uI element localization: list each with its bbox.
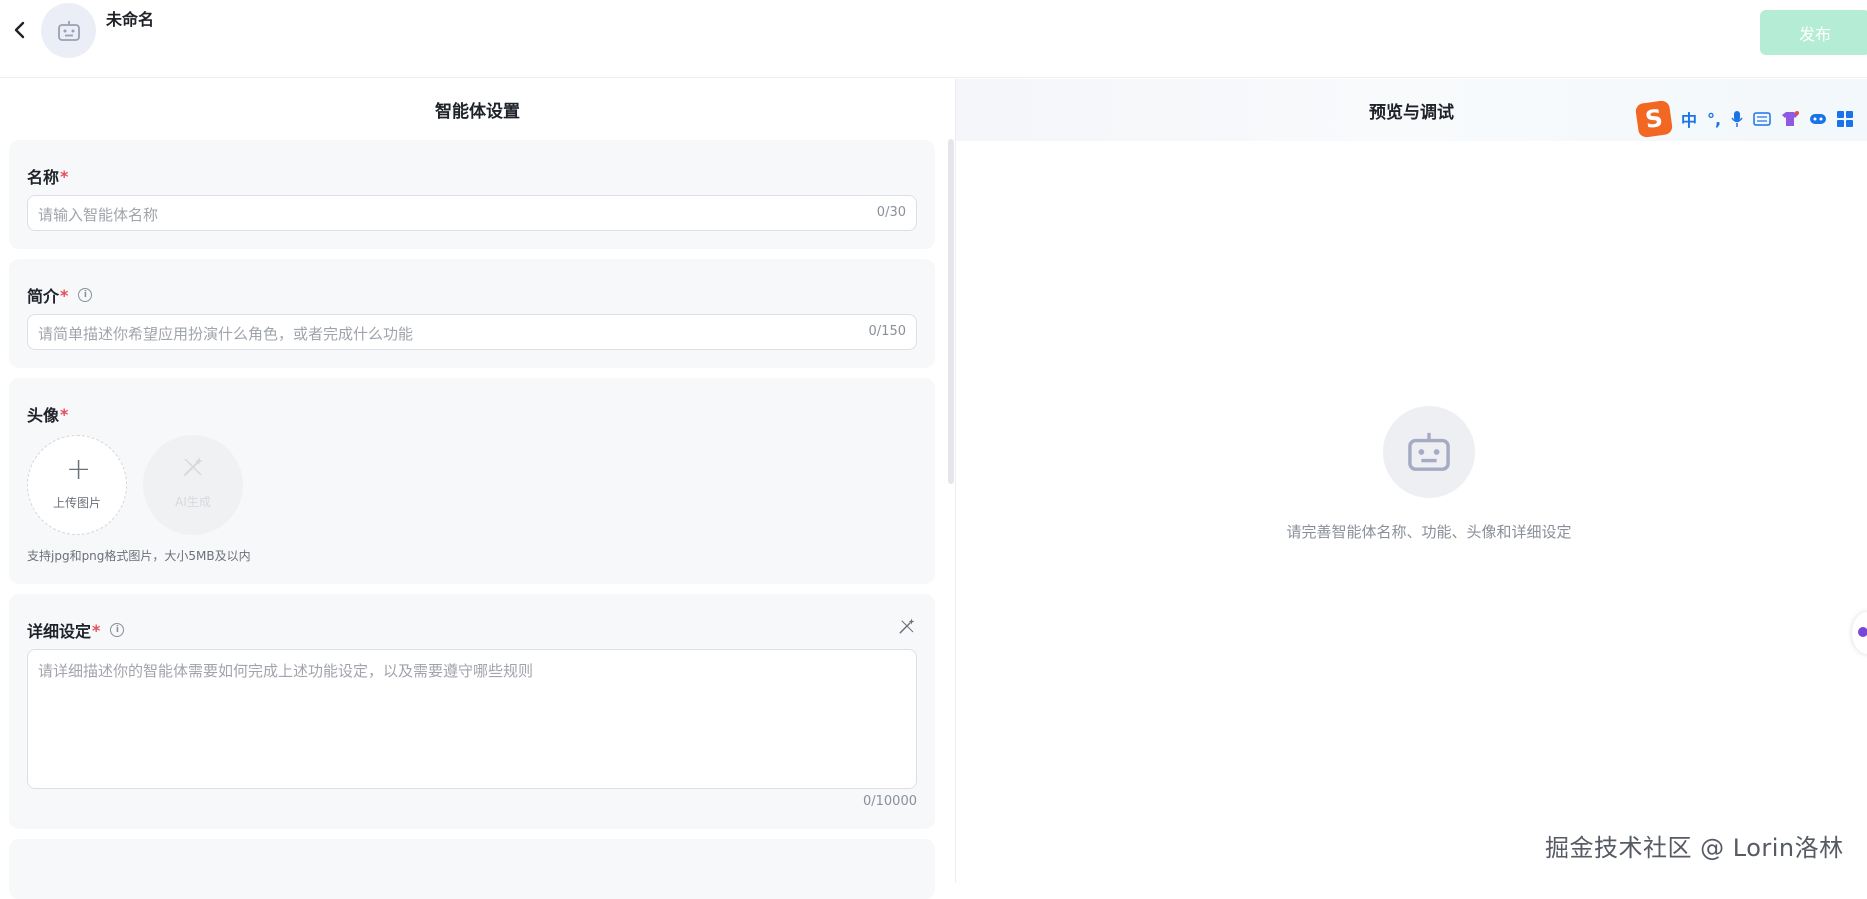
intro-counter: 0/150 xyxy=(868,324,906,339)
empty-state-text: 请完善智能体名称、功能、头像和详细设定 xyxy=(1286,523,1572,541)
name-placeholder: 请输入智能体名称 xyxy=(38,206,159,224)
watermark: 掘金技术社区 @ Lorin洛林 xyxy=(1545,834,1844,862)
upload-image-label: 上传图片 xyxy=(52,496,101,510)
back-button[interactable] xyxy=(8,18,32,42)
grid-menu-icon[interactable] xyxy=(1837,111,1854,127)
keyboard-icon[interactable] xyxy=(1753,112,1771,126)
info-icon[interactable]: i xyxy=(78,288,93,302)
detail-card: 详细设定 * i 请详细描述你的智能体需要如何完成上述功能设定，以及需要遵守哪些规… xyxy=(9,594,935,829)
top-header: 未命名 发布 xyxy=(0,0,1867,78)
robot-icon xyxy=(1408,432,1450,471)
detail-counter: 0/10000 xyxy=(862,794,917,809)
agent-settings-panel: 智能体设置 名称 * 请输入智能体名称 0/30 简介 * i 请简单描述你希望应用… xyxy=(0,79,955,899)
intro-card: 简介 * i 请简单描述你希望应用扮演什么角色，或者完成什么功能 0/150 xyxy=(9,259,935,368)
ime-lang-toggle[interactable]: 中 xyxy=(1681,107,1697,131)
name-input[interactable]: 请输入智能体名称 0/30 xyxy=(27,195,917,231)
microphone-icon[interactable] xyxy=(1731,111,1743,127)
skin-shirt-icon[interactable] xyxy=(1781,111,1800,127)
plus-icon: + xyxy=(66,452,92,487)
preview-panel: 预览与调试 请完善智能体名称、功能、头像和详细设定 xyxy=(956,79,1867,883)
ai-optimize-icon[interactable] xyxy=(898,617,916,635)
detail-label: 详细设定 * i xyxy=(27,618,125,642)
upload-image-button[interactable]: + 上传图片 xyxy=(27,435,127,535)
robot-icon xyxy=(57,20,80,41)
sogou-logo-icon[interactable]: S xyxy=(1634,99,1674,139)
next-card xyxy=(9,839,935,899)
avatar-card: 头像 * + 上传图片 AI生成 支持jpg和png格式图片，大小5MB及以内 xyxy=(9,378,935,584)
magic-wand-icon xyxy=(184,457,203,476)
avatar-hint: 支持jpg和png格式图片，大小5MB及以内 xyxy=(27,549,251,563)
name-counter: 0/30 xyxy=(876,205,906,220)
required-mark: * xyxy=(92,620,101,640)
required-mark: * xyxy=(60,285,69,305)
detail-textarea[interactable]: 请详细描述你的智能体需要如何完成上述功能设定，以及需要遵守哪些规则 xyxy=(27,649,917,789)
required-mark: * xyxy=(60,166,69,186)
ai-generate-label: AI生成 xyxy=(175,495,211,509)
gamepad-icon[interactable] xyxy=(1809,112,1827,126)
intro-label: 简介 * i xyxy=(27,283,93,307)
settings-scrollbar[interactable] xyxy=(948,139,954,484)
required-mark: * xyxy=(60,404,69,424)
agent-avatar[interactable] xyxy=(41,3,96,58)
intro-placeholder: 请简单描述你希望应用扮演什么角色，或者完成什么功能 xyxy=(38,325,414,343)
ime-toolbar[interactable]: S 中 °, xyxy=(1634,99,1867,139)
name-card: 名称 * 请输入智能体名称 0/30 xyxy=(9,140,935,249)
empty-robot-avatar xyxy=(1383,406,1475,498)
avatar-label: 头像 * xyxy=(27,404,69,426)
intro-input[interactable]: 请简单描述你希望应用扮演什么角色，或者完成什么功能 0/150 xyxy=(27,314,917,350)
agent-name-title: 未命名 xyxy=(106,10,155,29)
publish-button[interactable]: 发布 xyxy=(1760,10,1867,55)
info-icon[interactable]: i xyxy=(110,623,125,637)
chevron-left-icon xyxy=(14,21,25,39)
punctuation-icon[interactable]: °, xyxy=(1707,110,1721,129)
detail-placeholder: 请详细描述你的智能体需要如何完成上述功能设定，以及需要遵守哪些规则 xyxy=(38,662,534,680)
ai-generate-button[interactable]: AI生成 xyxy=(143,435,243,535)
name-label: 名称 * xyxy=(27,166,69,188)
settings-panel-title: 智能体设置 xyxy=(435,101,520,122)
